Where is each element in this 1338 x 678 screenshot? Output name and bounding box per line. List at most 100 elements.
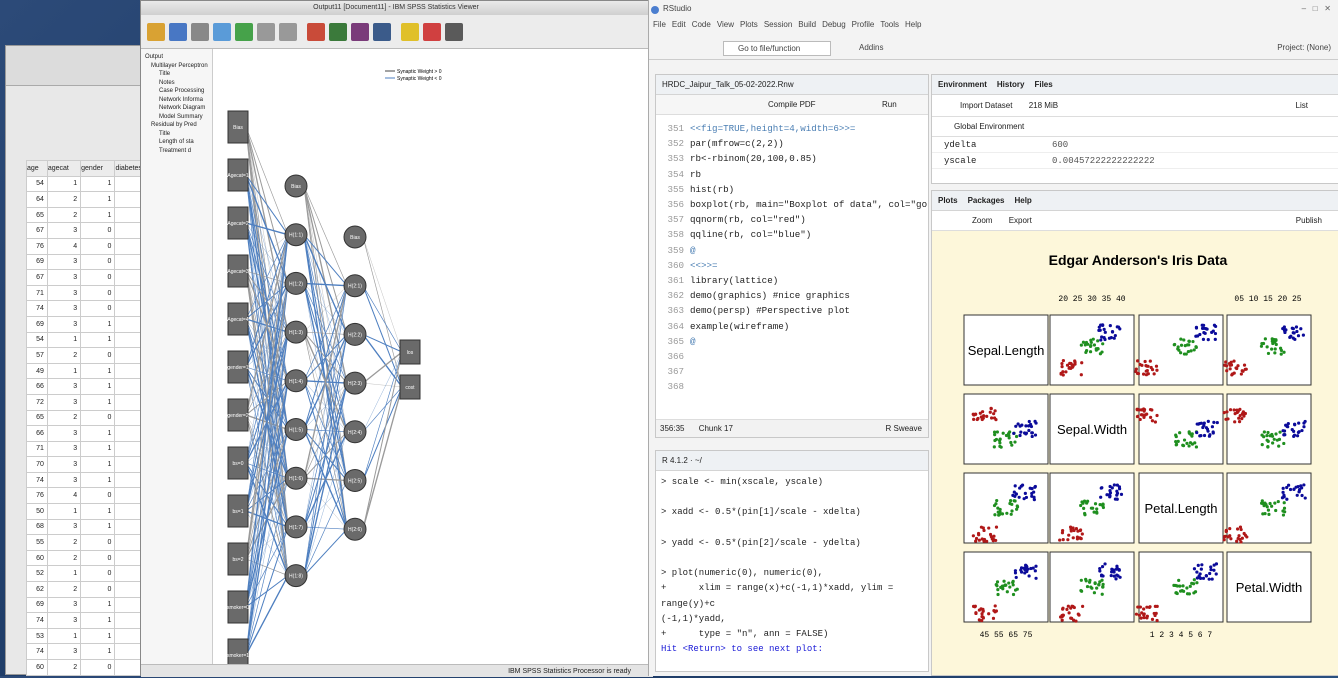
outline-item[interactable]: Case Processing xyxy=(141,87,212,96)
table-row[interactable]: 64210 xyxy=(26,191,156,208)
table-cell[interactable]: 4 xyxy=(46,487,82,505)
menu-debug[interactable]: Debug xyxy=(822,20,846,29)
code-line[interactable]: 367 xyxy=(656,364,928,379)
table-row[interactable]: 74310 xyxy=(26,612,156,629)
table-cell[interactable]: 3 xyxy=(46,222,82,239)
code-line[interactable]: 356 boxplot(rb, main="Boxplot of data", c… xyxy=(656,197,928,212)
print-icon[interactable] xyxy=(191,23,209,41)
variables-icon[interactable] xyxy=(351,23,369,41)
table-cell[interactable]: 1 xyxy=(80,315,116,333)
menu-file[interactable]: File xyxy=(653,20,666,29)
tab-plots[interactable]: Plots xyxy=(938,196,958,205)
code-line[interactable]: 354 rb xyxy=(656,167,928,182)
table-row[interactable]: 65210 xyxy=(26,206,156,224)
table-cell[interactable]: 69 xyxy=(26,315,48,333)
outline-item[interactable]: Treatment d xyxy=(141,147,212,156)
tab-packages[interactable]: Packages xyxy=(968,196,1005,205)
table-row[interactable]: 71300 xyxy=(26,284,156,302)
tab-files[interactable]: Files xyxy=(1034,80,1052,89)
export-icon[interactable] xyxy=(213,23,231,41)
run-button[interactable]: Run xyxy=(882,100,897,109)
global-environment-select[interactable]: Global Environment xyxy=(932,117,1338,137)
menu-build[interactable]: Build xyxy=(798,20,816,29)
table-row[interactable]: 74310 xyxy=(26,471,156,489)
table-cell[interactable]: 76 xyxy=(26,487,48,505)
table-row[interactable]: 60200 xyxy=(26,549,156,567)
table-cell[interactable]: 1 xyxy=(80,175,116,193)
outline-item[interactable]: Title xyxy=(141,130,212,139)
table-cell[interactable]: 66 xyxy=(26,425,48,442)
table-cell[interactable]: 2 xyxy=(46,409,82,427)
table-cell[interactable]: 0 xyxy=(80,269,116,286)
table-cell[interactable]: 67 xyxy=(26,222,48,239)
menu-tools[interactable]: Tools xyxy=(880,20,899,29)
editor-tab[interactable]: HRDC_Jaipur_Talk_05-02-2022.Rnw xyxy=(656,75,928,95)
table-row[interactable]: 57200 xyxy=(26,347,156,364)
table-cell[interactable]: 66 xyxy=(26,378,48,395)
goto-data-icon[interactable] xyxy=(307,23,325,41)
table-cell[interactable]: 1 xyxy=(80,471,116,489)
table-row[interactable]: 65200 xyxy=(26,409,156,427)
table-cell[interactable]: 3 xyxy=(46,518,82,536)
table-cell[interactable]: 1 xyxy=(80,191,116,208)
menu-session[interactable]: Session xyxy=(764,20,792,29)
charts-icon[interactable] xyxy=(373,23,391,41)
env-row[interactable]: ydelta 600 xyxy=(932,137,1338,153)
table-cell[interactable]: 1 xyxy=(80,393,116,411)
table-cell[interactable]: 1 xyxy=(46,175,82,193)
table-row[interactable]: 53110 xyxy=(26,627,156,645)
table-cell[interactable]: 2 xyxy=(46,549,82,567)
table-row[interactable]: 49110 xyxy=(26,362,156,380)
table-cell[interactable]: 3 xyxy=(46,269,82,286)
table-row[interactable]: 55200 xyxy=(26,534,156,551)
code-line[interactable]: 368 xyxy=(656,379,928,394)
table-cell[interactable]: 0 xyxy=(80,300,116,317)
code-line[interactable]: 361 library(lattice) xyxy=(656,273,928,288)
outline-item[interactable]: Network Informa xyxy=(141,96,212,105)
table-row[interactable]: 54110 xyxy=(26,175,156,193)
insert-heading-icon[interactable] xyxy=(401,23,419,41)
table-cell[interactable]: 1 xyxy=(80,425,116,442)
table-cell[interactable]: 1 xyxy=(80,456,116,473)
code-line[interactable]: 362 demo(graphics) #nice graphics xyxy=(656,288,928,303)
table-cell[interactable]: 3 xyxy=(46,596,82,614)
table-cell[interactable]: 3 xyxy=(46,284,82,302)
table-cell[interactable]: 2 xyxy=(46,206,82,224)
code-line[interactable]: 364 example(wireframe) xyxy=(656,319,928,334)
code-area[interactable]: 351 <<fig=TRUE,height=4,width=6>>= 352 par(… xyxy=(656,115,928,407)
table-cell[interactable]: 71 xyxy=(26,440,48,458)
redo-icon[interactable] xyxy=(279,23,297,41)
table-cell[interactable]: 65 xyxy=(26,206,48,224)
menu-edit[interactable]: Edit xyxy=(672,20,686,29)
table-cell[interactable]: 2 xyxy=(46,347,82,364)
outline-item[interactable]: Title xyxy=(141,70,212,79)
table-cell[interactable]: 0 xyxy=(80,534,116,551)
table-cell[interactable]: 0 xyxy=(80,581,116,598)
table-cell[interactable]: 1 xyxy=(46,565,82,583)
table-cell[interactable]: 0 xyxy=(80,284,116,302)
code-line[interactable]: 351 <<fig=TRUE,height=4,width=6>>= xyxy=(656,121,928,136)
file-type[interactable]: R Sweave xyxy=(886,420,922,438)
table-cell[interactable]: 3 xyxy=(46,315,82,333)
table-cell[interactable]: 3 xyxy=(46,378,82,395)
table-cell[interactable]: 0 xyxy=(80,409,116,427)
table-row[interactable]: 72310 xyxy=(26,393,156,411)
table-cell[interactable]: 50 xyxy=(26,503,48,520)
table-row[interactable]: 69300 xyxy=(26,253,156,271)
table-cell[interactable]: 3 xyxy=(46,471,82,489)
code-line[interactable]: 359 @ xyxy=(656,243,928,258)
table-cell[interactable]: 1 xyxy=(80,362,116,380)
code-line[interactable]: 357 qqnorm(rb, col="red") xyxy=(656,212,928,227)
table-row[interactable]: 67301 xyxy=(26,269,156,286)
memory-usage[interactable]: 218 MiB xyxy=(1029,101,1058,110)
column-header[interactable]: gender xyxy=(80,160,116,177)
table-cell[interactable]: 57 xyxy=(26,347,48,364)
table-cell[interactable]: 0 xyxy=(80,549,116,567)
menu-profile[interactable]: Profile xyxy=(852,20,875,29)
table-row[interactable]: 69310 xyxy=(26,596,156,614)
insert-text-icon[interactable] xyxy=(423,23,441,41)
column-header[interactable]: agecat xyxy=(46,160,82,177)
table-cell[interactable]: 67 xyxy=(26,269,48,286)
code-line[interactable]: 365 @ xyxy=(656,334,928,349)
code-line[interactable]: 358 qqline(rb, col="blue") xyxy=(656,227,928,242)
